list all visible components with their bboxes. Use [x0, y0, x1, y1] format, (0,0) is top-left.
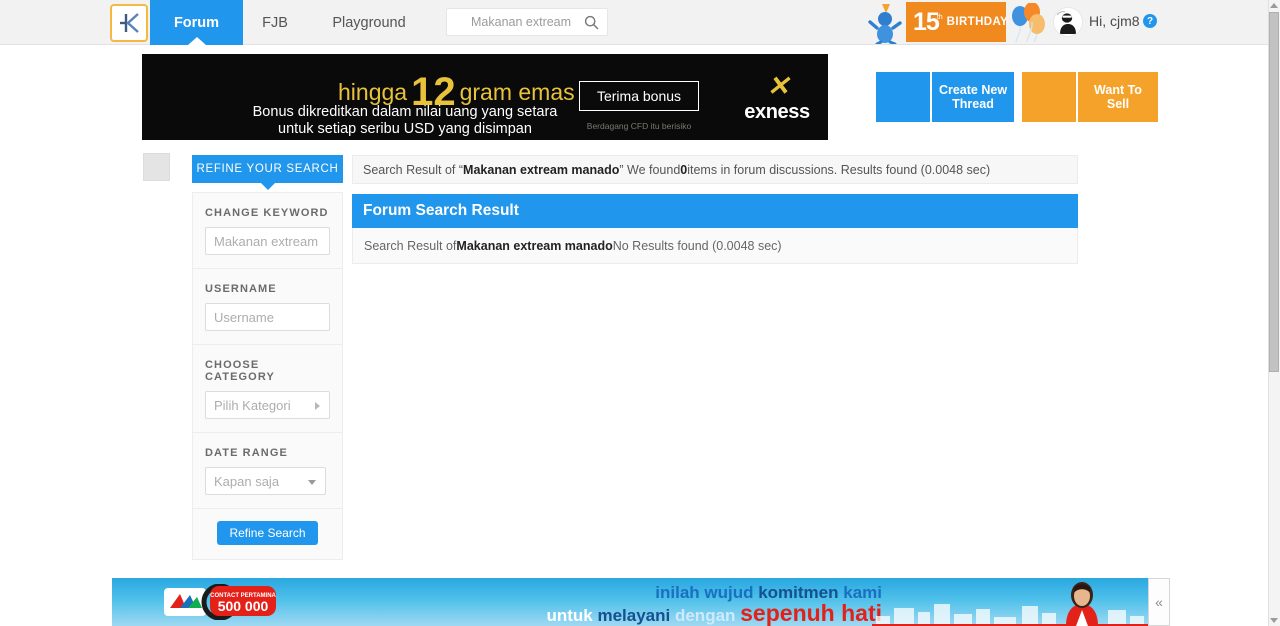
- page-scrollbar[interactable]: [1268, 0, 1280, 626]
- body-prefix: Search Result of: [364, 238, 457, 253]
- banner-slogan-line2: untuk melayani dengan sepenuh hati: [342, 600, 882, 626]
- pertamina-bottom-banner[interactable]: CONTACT PERTAMINA 500 000 inilah wujud k…: [112, 578, 1170, 626]
- balloons-glyph: [1012, 2, 1045, 43]
- username-label: USERNAME: [205, 283, 277, 295]
- change-keyword-input[interactable]: [205, 227, 330, 255]
- field-group-username: USERNAME: [193, 269, 342, 345]
- avatar-glyph: [1054, 8, 1082, 36]
- pertamina-logo: CONTACT PERTAMINA 500 000: [164, 583, 284, 621]
- nav-tab-fjb-label: FJB: [262, 14, 288, 31]
- nav-tab-playground-label: Playground: [332, 14, 406, 31]
- search-icon-glyph: [584, 15, 599, 30]
- choose-category-select[interactable]: Pilih Kategori: [205, 391, 330, 419]
- want-to-sell-label: Want To Sell: [1094, 83, 1142, 111]
- create-new-thread-button[interactable]: Create New Thread: [876, 72, 1014, 122]
- ad-subtext: Bonus dikreditkan dalam nilai uang yang …: [205, 104, 605, 138]
- exness-logo: ✕ exness: [732, 72, 822, 124]
- ad-headline-suffix: gram emas: [459, 79, 575, 105]
- search-result-summary: Search Result of “Makanan extream manado…: [352, 155, 1078, 184]
- slogan-2d: sepenuh hati: [740, 600, 882, 626]
- ad-risk-note: Berdagang CFD itu berisiko: [586, 121, 692, 131]
- summary-prefix: Search Result of “: [363, 162, 464, 177]
- nav-tab-forum-label: Forum: [173, 14, 220, 31]
- birthday-word: BIRTHDAY: [946, 16, 1006, 28]
- field-group-change-keyword: CHANGE KEYWORD: [193, 193, 342, 269]
- banner-collapse-button[interactable]: «: [1148, 578, 1170, 626]
- summary-query: Makanan extream manado: [463, 162, 620, 177]
- exness-ad-banner[interactable]: hingga 12 gram emas Bonus dikreditkan dala…: [142, 54, 828, 140]
- summary-count: 0: [680, 162, 688, 177]
- ad-headline-prefix: hingga: [338, 79, 408, 105]
- banner-slogan: inilah wujud komitmen kami untuk melayan…: [342, 583, 882, 626]
- date-range-select[interactable]: Kapan saja: [205, 467, 326, 495]
- slogan-2b: melayani: [597, 606, 675, 625]
- result-panel-body: Search Result of Makanan extream manado …: [352, 228, 1078, 264]
- refine-submit-wrap: Refine Search: [193, 509, 342, 549]
- result-panel-title: Forum Search Result: [352, 194, 1078, 228]
- avatar[interactable]: [1053, 7, 1083, 37]
- svg-text:500 000: 500 000: [218, 598, 269, 614]
- chevron-down-icon: [308, 480, 316, 485]
- change-keyword-label: CHANGE KEYWORD: [205, 207, 329, 219]
- nav-tab-forum[interactable]: Forum: [150, 0, 243, 45]
- date-range-value: Kapan saja: [214, 473, 280, 489]
- ad-subtext-line1: Bonus dikreditkan dalam nilai uang yang …: [252, 104, 558, 120]
- field-group-choose-category: CHOOSE CATEGORY Pilih Kategori: [193, 345, 342, 433]
- username-input[interactable]: [205, 303, 330, 331]
- field-group-date-range: DATE RANGE Kapan saja: [193, 433, 342, 509]
- birthday-number: 15: [913, 7, 940, 36]
- slogan-2c: dengan: [674, 606, 741, 625]
- skyline-graphic: [872, 602, 1169, 626]
- scrollbar-thumb[interactable]: [1269, 12, 1279, 372]
- refine-tab-label: REFINE YOUR SEARCH: [196, 163, 339, 175]
- kaskus-logo-glyph: [120, 13, 139, 33]
- refine-search-panel: CHANGE KEYWORD USERNAME CHOOSE CATEGORY …: [192, 192, 343, 560]
- nav-tab-fjb[interactable]: FJB: [243, 0, 307, 45]
- choose-category-label: CHOOSE CATEGORY: [205, 359, 275, 383]
- refine-your-search-tab[interactable]: REFINE YOUR SEARCH: [192, 155, 343, 190]
- slogan-2a: untuk: [546, 606, 598, 625]
- date-range-label: DATE RANGE: [205, 447, 288, 459]
- skyline-glyph: [872, 604, 1169, 626]
- pertamina-logo-glyph: CONTACT PERTAMINA 500 000: [164, 583, 277, 621]
- forum-search-result-panel: Forum Search Result Search Result of Mak…: [352, 194, 1078, 264]
- search-icon[interactable]: [584, 15, 599, 30]
- choose-category-value: Pilih Kategori: [214, 397, 291, 413]
- refine-search-button[interactable]: Refine Search: [217, 521, 318, 545]
- kaskus-logo[interactable]: [110, 4, 148, 42]
- left-placeholder-box: [143, 153, 170, 181]
- exness-name: exness: [744, 101, 810, 123]
- tag-icon: [1022, 72, 1078, 122]
- scroll-up-arrow-icon[interactable]: [1270, 3, 1278, 8]
- want-to-sell-button[interactable]: Want To Sell: [1022, 72, 1158, 122]
- help-icon[interactable]: ?: [1143, 14, 1157, 28]
- customer-service-photo: [1052, 580, 1112, 626]
- birthday-banner: 15 th BIRTHDAY: [906, 2, 1006, 42]
- mascot-glyph: [868, 4, 902, 46]
- balloons-icon: [1008, 2, 1050, 43]
- pencil-icon: [876, 72, 932, 122]
- summary-mid: ” We found: [619, 162, 681, 177]
- birthday-ordinal: th: [936, 13, 943, 21]
- exness-mark: ✕: [766, 71, 790, 101]
- chevron-right-icon: [315, 402, 320, 410]
- create-new-thread-label: Create New Thread: [938, 83, 1008, 111]
- summary-suffix: items in forum discussions. Results foun…: [687, 162, 991, 177]
- site-header: Forum FJB Playground Makanan extream 15 …: [0, 0, 1268, 46]
- ad-subtext-line2: untuk setiap seribu USD yang disimpan: [278, 121, 532, 137]
- scroll-down-arrow-icon[interactable]: [1270, 618, 1278, 623]
- body-suffix: No Results found (0.0048 sec): [612, 238, 782, 253]
- user-greeting[interactable]: Hi, cjm8: [1089, 13, 1140, 29]
- body-query: Makanan extream manado: [456, 238, 613, 253]
- mascot-icon: [868, 2, 904, 46]
- ad-cta-button[interactable]: Terima bonus: [579, 81, 699, 111]
- page-root: Forum FJB Playground Makanan extream 15 …: [0, 0, 1280, 626]
- search-input[interactable]: [469, 9, 579, 35]
- customer-service-glyph: [1066, 582, 1098, 626]
- header-search-box[interactable]: [446, 8, 608, 36]
- nav-tab-playground[interactable]: Playground: [307, 0, 431, 45]
